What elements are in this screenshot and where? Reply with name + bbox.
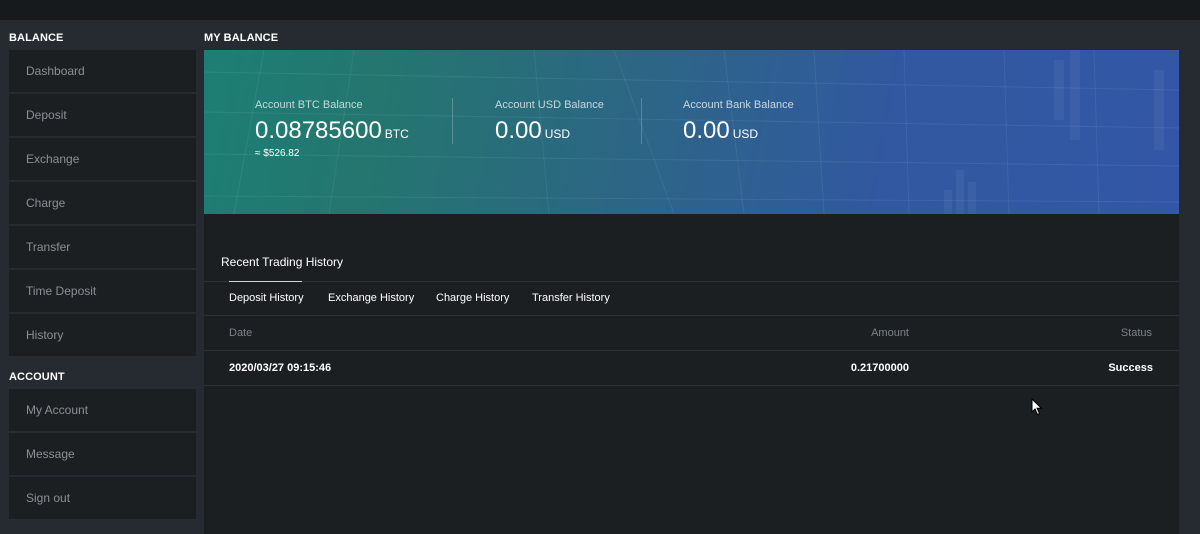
sidebar-item-label: Transfer (26, 240, 71, 254)
sidebar-item-label: Exchange (26, 152, 80, 166)
balance-divider (452, 98, 453, 144)
column-header-amount: Amount (871, 327, 909, 339)
sidebar-item-transfer[interactable]: Transfer (9, 226, 196, 268)
header-divider (204, 350, 1179, 351)
usd-balance-value: 0.00 (495, 117, 542, 144)
account-menu: My Account Message Sign out (9, 389, 196, 521)
page-title: MY BALANCE (204, 32, 279, 44)
row-divider (204, 385, 1179, 386)
sidebar-item-label: Time Deposit (26, 284, 97, 298)
balance-banner: Account BTC Balance 0.08785600 BTC ≈ $526… (204, 50, 1179, 214)
sidebar-item-dashboard[interactable]: Dashboard (9, 50, 196, 92)
usd-balance-unit: USD (544, 127, 571, 141)
sidebar-item-charge[interactable]: Charge (9, 182, 196, 224)
bank-balance-value-row: 0.00 USD (683, 117, 794, 145)
column-header-date: Date (229, 327, 253, 339)
sidebar-item-history[interactable]: History (9, 314, 196, 356)
usd-balance-value-row: 0.00 USD (495, 117, 604, 145)
usd-balance: Account USD Balance 0.00 USD (495, 99, 604, 145)
sidebar-item-label: Sign out (26, 491, 71, 505)
row-amount: 0.21700000 (850, 362, 909, 374)
history-title: Recent Trading History (221, 255, 344, 269)
btc-balance-value: 0.08785600 (255, 117, 382, 144)
sidebar-item-time-deposit[interactable]: Time Deposit (9, 270, 196, 312)
btc-balance-approx: ≈ $526.82 (255, 148, 300, 159)
tab-exchange-history[interactable]: Exchange History (328, 292, 414, 304)
sidebar-item-label: Deposit (26, 108, 67, 122)
account-section-title: ACCOUNT (9, 371, 65, 383)
bank-balance-unit: USD (732, 127, 759, 141)
tab-charge-history[interactable]: Charge History (436, 292, 509, 304)
usd-balance-label: Account USD Balance (495, 99, 604, 111)
bank-balance-label: Account Bank Balance (683, 99, 794, 111)
bank-balance-value: 0.00 (683, 117, 730, 144)
tab-transfer-history[interactable]: Transfer History (532, 292, 610, 304)
tab-deposit-history[interactable]: Deposit History (229, 292, 304, 304)
sidebar-item-deposit[interactable]: Deposit (9, 94, 196, 136)
balance-menu: Dashboard Deposit Exchange Charge Transf… (9, 50, 196, 358)
btc-balance-label: Account BTC Balance (255, 99, 363, 111)
history-divider (204, 281, 1179, 282)
btc-balance-unit: BTC (384, 127, 409, 141)
sidebar-item-exchange[interactable]: Exchange (9, 138, 196, 180)
balance-section-title: BALANCE (9, 32, 64, 44)
btc-balance: Account BTC Balance 0.08785600 BTC ≈ $526… (255, 99, 409, 159)
column-header-status: Status (1120, 327, 1152, 339)
sidebar-item-message[interactable]: Message (9, 433, 196, 475)
sidebar-item-label: History (26, 328, 64, 342)
active-tab-indicator (229, 281, 302, 282)
row-status: Success (1108, 362, 1153, 374)
row-date: 2020/03/27 09:15:46 (229, 362, 332, 374)
sidebar-item-sign-out[interactable]: Sign out (9, 477, 196, 519)
top-bar (0, 0, 1200, 20)
sidebar-item-label: Charge (26, 196, 66, 210)
sidebar-item-label: Dashboard (26, 64, 85, 78)
bank-balance: Account Bank Balance 0.00 USD (683, 99, 794, 145)
sidebar-item-label: My Account (26, 403, 89, 417)
balance-divider (641, 98, 642, 144)
tabs-divider (204, 315, 1179, 316)
sidebar-item-label: Message (26, 447, 75, 461)
btc-balance-value-row: 0.08785600 BTC (255, 117, 409, 145)
mouse-cursor-icon (1031, 398, 1043, 416)
sidebar-item-my-account[interactable]: My Account (9, 389, 196, 431)
